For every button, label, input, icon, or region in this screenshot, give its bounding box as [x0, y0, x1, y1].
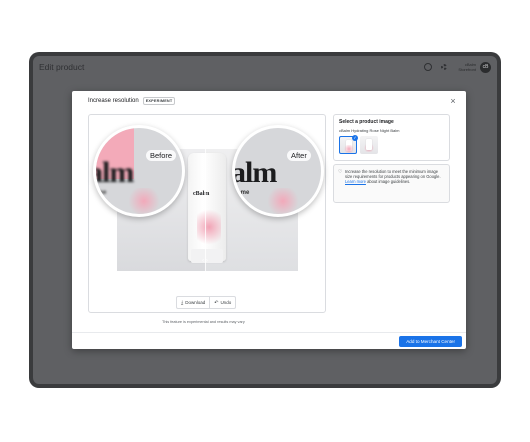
app-header: Edit product cBalm Storefront cB — [33, 56, 497, 78]
experimental-disclaimer: This feature is experimental and results… — [162, 320, 245, 324]
after-zoom-text: alm — [232, 156, 277, 189]
dialog-header: Increase resolution EXPERIMENT — [72, 91, 466, 111]
account-subtitle: Storefront — [458, 67, 476, 72]
resolution-tip: ♡ Increase the resolution to meet the mi… — [333, 164, 450, 203]
dialog-title: Increase resolution — [88, 98, 139, 104]
before-zoom-small-text: ome — [94, 190, 107, 196]
thumbnail-selected[interactable]: ✓ — [339, 135, 358, 154]
tube-pink-splash — [197, 205, 221, 245]
thumbnail-product — [366, 139, 372, 150]
account-info[interactable]: cBalm Storefront — [458, 62, 476, 72]
help-icon[interactable] — [424, 63, 433, 71]
before-pink-blot — [126, 188, 162, 214]
download-icon: ⤓ — [181, 299, 184, 306]
image-actions: ⤓ Download ↶ Undo — [176, 296, 237, 309]
download-label: Download — [185, 300, 206, 305]
picker-title: Select a product image — [339, 119, 394, 125]
undo-icon: ↶ — [214, 299, 219, 306]
tip-body: Increase the resolution to meet the mini… — [345, 169, 441, 180]
avatar[interactable]: cB — [480, 61, 491, 73]
device-frame: Edit product cBalm Storefront cB Increas… — [29, 52, 501, 388]
download-button[interactable]: ⤓ Download — [177, 297, 209, 308]
gear-icon[interactable] — [440, 63, 448, 71]
undo-button[interactable]: ↶ Undo — [209, 297, 235, 308]
before-zoom-text: alm — [96, 156, 134, 189]
after-label: After — [287, 150, 311, 161]
compare-divider[interactable] — [205, 149, 206, 271]
thumbnail-list: ✓ — [339, 135, 444, 154]
dialog-footer: Add to Merchant Center — [72, 332, 466, 349]
after-pink-blot — [265, 188, 301, 214]
lightbulb-icon: ♡ — [338, 169, 343, 175]
learn-more-link[interactable]: Learn more — [345, 179, 366, 184]
tip-body-end: about image guidelines. — [367, 179, 411, 185]
before-label: Before — [146, 150, 177, 161]
thumbnail-pink — [343, 145, 355, 153]
close-icon[interactable]: × — [448, 96, 458, 106]
page-title: Edit product — [39, 62, 85, 72]
check-icon: ✓ — [352, 135, 358, 141]
tube-brand-text: cBalm — [193, 191, 210, 197]
increase-resolution-dialog: Increase resolution EXPERIMENT × cBalm ‹… — [72, 91, 466, 349]
before-magnifier: alm ome Before — [93, 125, 185, 217]
add-to-merchant-center-button[interactable]: Add to Merchant Center — [399, 336, 462, 347]
experiment-badge: EXPERIMENT — [142, 97, 176, 105]
after-magnifier: alm ome After — [232, 125, 324, 217]
compare-slider-handle[interactable]: ‹ › — [199, 257, 211, 265]
thumbnail-item[interactable] — [360, 136, 378, 154]
product-name: cBalm Hydrating Rose Night Balm — [339, 128, 400, 133]
image-compare-stage: cBalm ‹ › alm ome Before alm ome After — [88, 114, 326, 313]
after-zoom-small-text: ome — [237, 190, 250, 196]
app-screen: Edit product cBalm Storefront cB Increas… — [33, 56, 497, 384]
product-image-picker: Select a product image cBalm Hydrating R… — [333, 114, 450, 161]
undo-label: Undo — [220, 300, 232, 305]
tip-text: Increase the resolution to meet the mini… — [345, 169, 444, 185]
